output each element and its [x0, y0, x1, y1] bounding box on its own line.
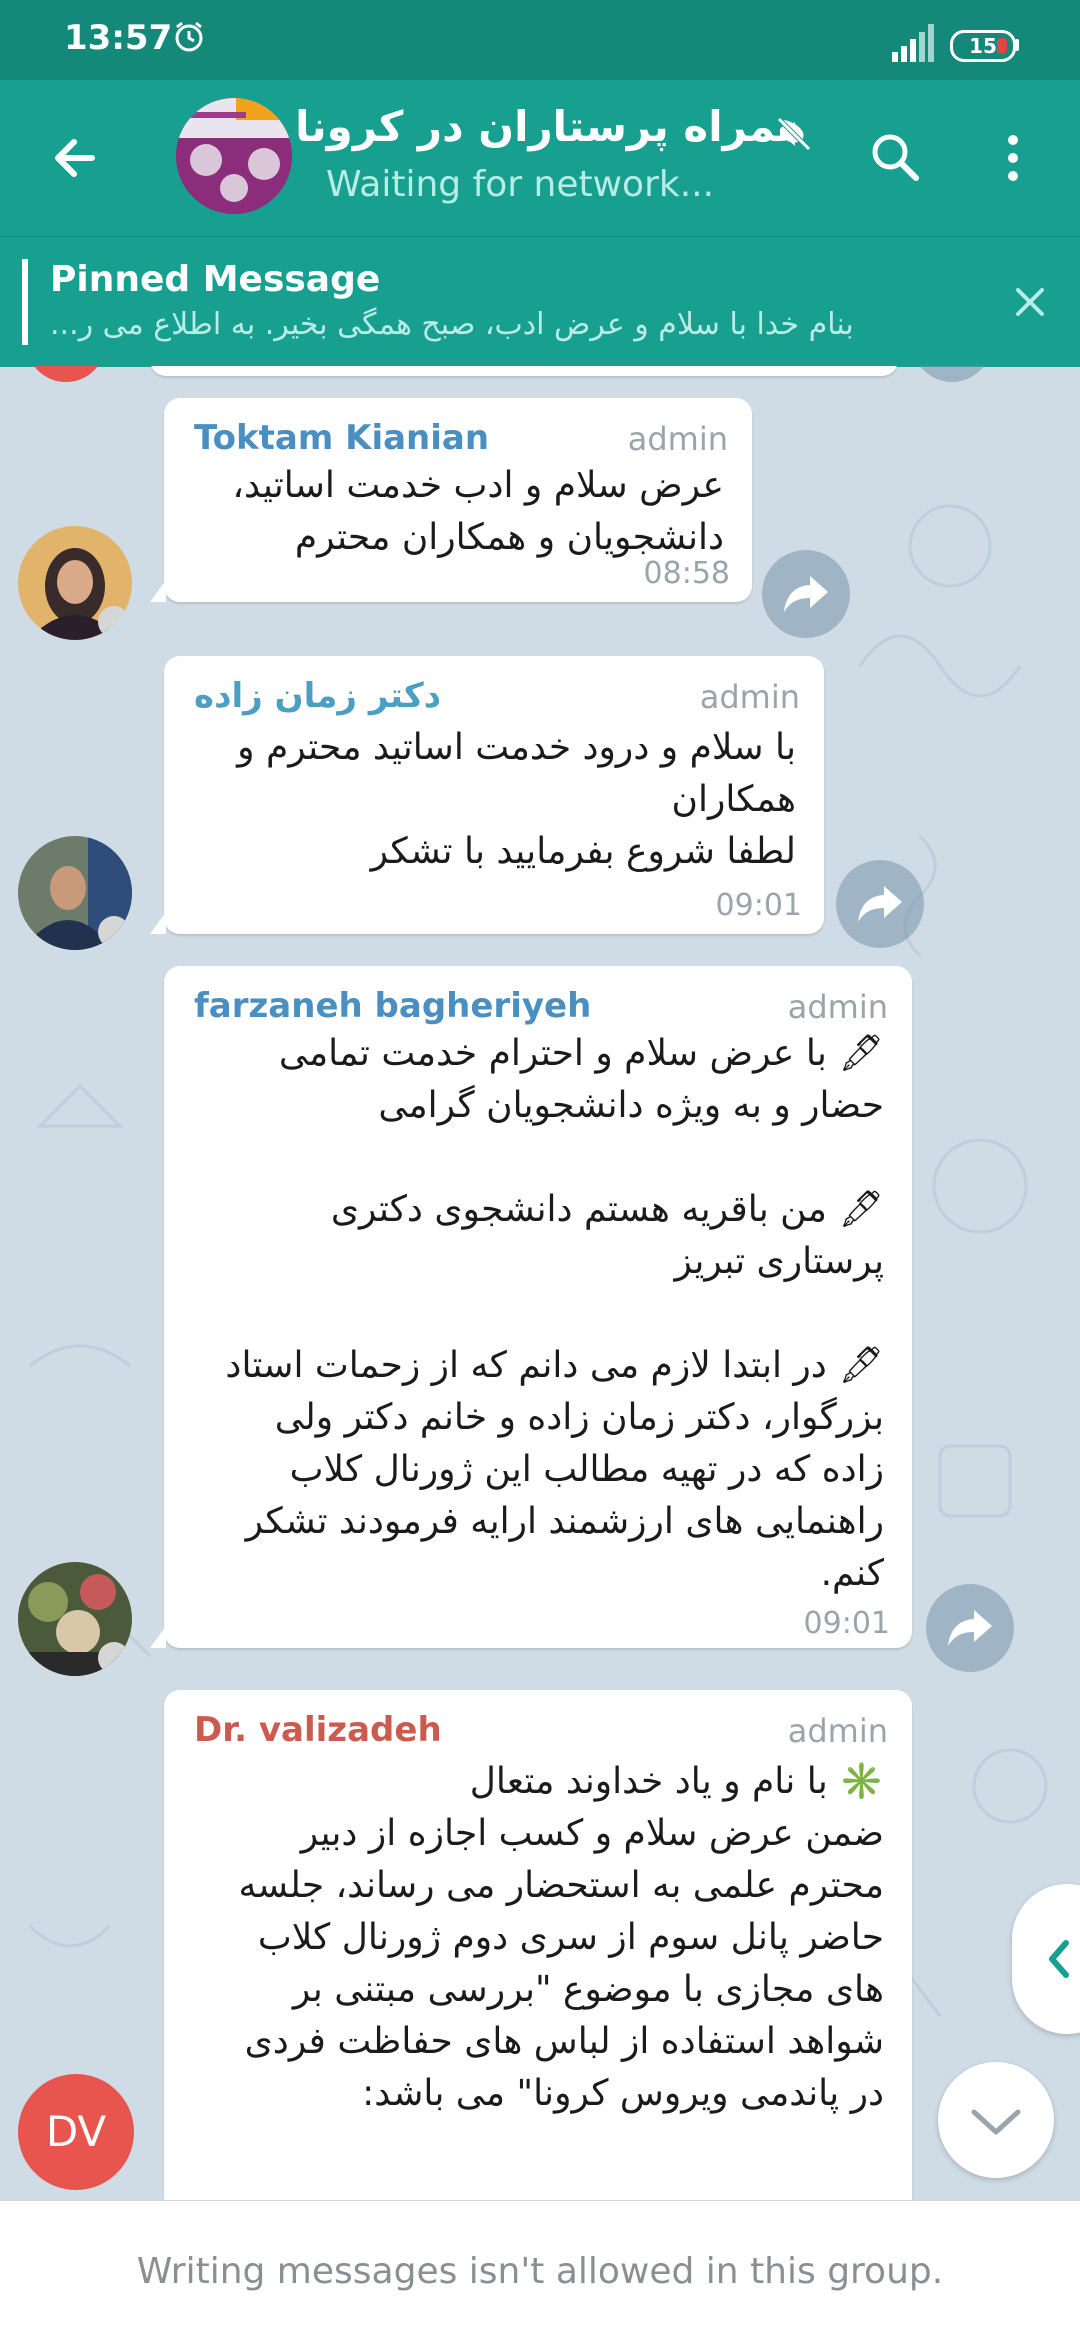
chevron-left-icon — [1049, 1940, 1069, 1978]
message-text: با سلام و درود خدمت اساتید محترم و همکار… — [237, 727, 796, 872]
bubble-tail — [150, 1626, 166, 1648]
pinned-accent-line — [22, 259, 28, 345]
group-title[interactable]: همراه پرستاران در کرونا — [295, 102, 806, 151]
message-text: 🖋 با عرض سلام و احترام خدمت تمامی حضار و… — [225, 1033, 884, 1594]
avatar-status-dot — [98, 1642, 130, 1674]
group-avatar[interactable] — [176, 98, 292, 214]
message-time: 08:58 — [643, 556, 730, 591]
group-avatar-image — [176, 98, 292, 214]
message-time: 09:01 — [803, 1606, 890, 1641]
message-bubble[interactable]: Toktam Kianian admin عرض سلام و ادب خدمت… — [150, 398, 752, 602]
chat-header: همراه پرستاران در کرونا Waiting for netw… — [0, 80, 1080, 236]
share-icon — [858, 886, 902, 922]
close-pinned-icon[interactable] — [1004, 276, 1056, 328]
pinned-title: Pinned Message — [50, 259, 381, 300]
avatar-status-dot — [98, 606, 130, 638]
bubble-tail — [150, 912, 166, 934]
chevron-down-icon — [971, 2109, 1021, 2135]
search-icon[interactable] — [862, 124, 930, 192]
bubble-tail — [150, 580, 166, 602]
connection-status: Waiting for network... — [326, 164, 715, 205]
share-icon — [948, 1610, 992, 1646]
battery-level-text: 15 — [969, 34, 997, 58]
pinned-preview: بنام خدا با سلام و عرض ادب، صبح همگی بخی… — [50, 307, 854, 342]
message-sender[interactable]: farzaneh bagheriyeh — [194, 986, 591, 1026]
sender-role-badge: admin — [787, 988, 888, 1026]
signal-icon — [892, 24, 934, 62]
message-list[interactable]: Toktam Kianian admin عرض سلام و ادب خدمت… — [0, 366, 1080, 2200]
message-sender[interactable]: Dr. valizadeh — [194, 1710, 442, 1750]
message-text: ✳️ با نام و یاد خداوند متعال ضمن عرض سلا… — [238, 1761, 884, 2114]
no-write-permission-notice: Writing messages isn't allowed in this g… — [136, 2251, 944, 2292]
share-button[interactable] — [762, 550, 850, 638]
status-bar: 13:57 15 — [0, 0, 1080, 80]
avatar-status-dot — [98, 916, 130, 948]
sender-role-badge: admin — [627, 420, 728, 458]
battery-low-fill — [997, 38, 1007, 54]
muted-speaker-icon — [777, 117, 811, 151]
avatar-initials-text: DV — [45, 2107, 107, 2156]
message-bubble[interactable]: farzaneh bagheriyeh admin 🖋 با عرض سلام … — [150, 966, 912, 1648]
sender-avatar[interactable] — [18, 1562, 132, 1676]
sender-role-badge: admin — [787, 1712, 888, 1750]
battery-indicator: 15 — [950, 30, 1019, 62]
back-arrow-icon[interactable] — [40, 122, 112, 194]
alarm-icon — [175, 21, 203, 52]
message-text: عرض سلام و ادب خدمت اساتید، دانشجویان و … — [232, 465, 724, 558]
pinned-message-bar[interactable]: Pinned Message بنام خدا با سلام و عرض اد… — [0, 236, 1080, 367]
message-sender[interactable]: Toktam Kianian — [194, 418, 489, 458]
message-bubble[interactable]: دکتر زمان زاده admin با سلام و درود خدمت… — [150, 656, 824, 934]
status-time: 13:57 — [64, 18, 173, 58]
sender-avatar-initials[interactable]: DV — [18, 2074, 134, 2190]
more-options-icon[interactable] — [990, 124, 1036, 192]
scroll-down-button[interactable] — [938, 2062, 1054, 2178]
sender-avatar[interactable] — [18, 526, 132, 640]
share-button[interactable] — [926, 1584, 1014, 1672]
message-bubble-partial[interactable] — [150, 366, 898, 376]
sender-role-badge: admin — [699, 678, 800, 716]
share-button[interactable] — [836, 860, 924, 948]
composer-disabled-bar: Writing messages isn't allowed in this g… — [0, 2200, 1080, 2341]
sender-avatar[interactable] — [18, 836, 132, 950]
message-time: 09:01 — [715, 888, 802, 923]
share-icon — [784, 576, 828, 612]
message-bubble[interactable]: Dr. valizadeh admin ✳️ با نام و یاد خداو… — [164, 1690, 912, 2200]
side-panel-handle[interactable] — [1012, 1884, 1080, 2034]
message-sender[interactable]: دکتر زمان زاده — [194, 676, 441, 716]
